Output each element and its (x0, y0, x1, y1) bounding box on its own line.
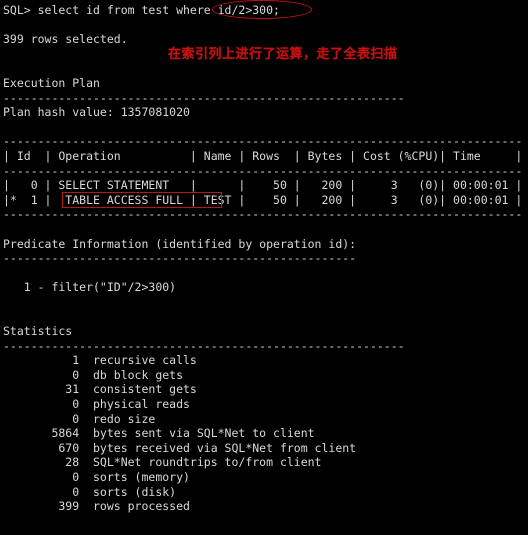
terminal-line: Statistics (3, 324, 73, 339)
terminal-line: ----------------------------------------… (3, 90, 405, 105)
terminal-line: SQL> select id from test where id/2>300; (3, 3, 280, 17)
terminal-line: | Id | Operation | Name | Rows | Bytes |… (3, 148, 523, 163)
terminal-line: 5864 bytes sent via SQL*Net to client (3, 426, 315, 441)
terminal-line: 0 db block gets (3, 367, 184, 382)
terminal-line: 399 rows selected. (3, 32, 128, 47)
terminal-line: 0 sorts (memory) (3, 470, 190, 484)
terminal-line: ----------------------------------------… (3, 134, 523, 149)
terminal-line: 0 sorts (disk) (3, 484, 177, 499)
terminal-line: Plan hash value: 1357081020 (3, 105, 190, 120)
terminal-output[interactable]: SQL> select id from test where id/2>300;… (3, 3, 528, 514)
terminal-line: 1 - filter("ID"/2>300) (3, 280, 177, 295)
terminal-line: ----------------------------------------… (3, 338, 405, 353)
annotation-note-text: 在索引列上进行了运算，走了全表扫描 (168, 47, 398, 62)
terminal-line: ----------------------------------------… (3, 251, 357, 266)
terminal-line: Predicate Information (identified by ope… (3, 236, 357, 251)
terminal-line: 28 SQL*Net roundtrips to/from client (3, 455, 322, 470)
terminal-line: 1 recursive calls (3, 353, 197, 368)
terminal-line: Execution Plan (3, 75, 100, 90)
terminal-line: 670 bytes received via SQL*Net from clie… (3, 440, 357, 455)
terminal-line: | 0 | SELECT STATEMENT | | 50 | 200 | 3 … (3, 178, 523, 193)
terminal-line: 0 redo size (3, 411, 156, 426)
terminal-line: 31 consistent gets (3, 382, 197, 397)
terminal-line: 0 physical reads (3, 397, 190, 412)
terminal-window[interactable]: SQL> select id from test where id/2>300;… (0, 0, 528, 535)
terminal-line: ----------------------------------------… (3, 163, 523, 178)
terminal-line: |* 1 | TABLE ACCESS FULL | TEST | 50 | 2… (3, 192, 523, 207)
terminal-line: ----------------------------------------… (3, 207, 523, 222)
terminal-line: 399 rows processed (3, 499, 190, 514)
